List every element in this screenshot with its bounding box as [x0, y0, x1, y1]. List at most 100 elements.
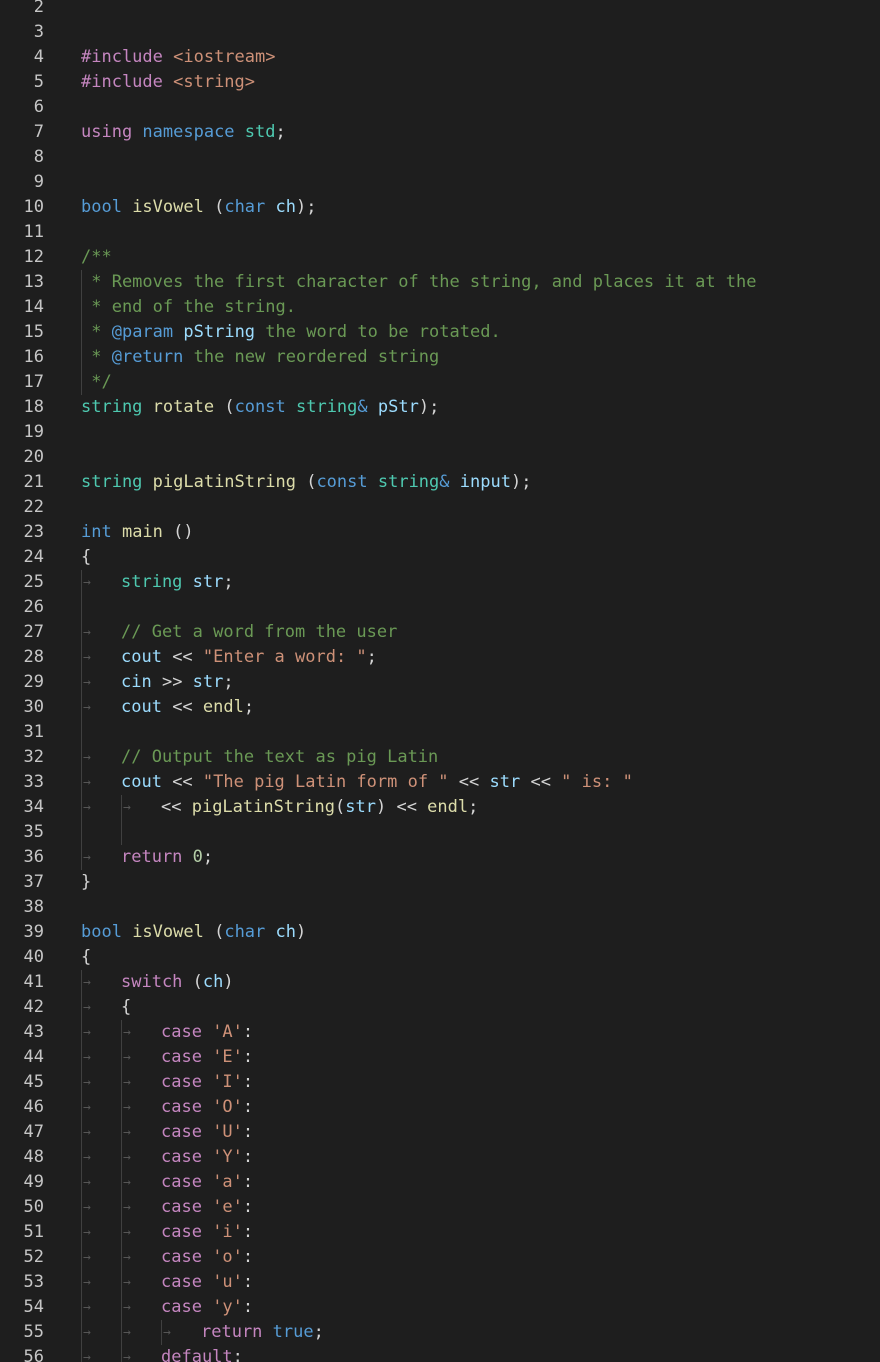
code-line[interactable]: 9 — [0, 170, 880, 195]
code-content: bool isVowel (char ch) — [81, 920, 306, 945]
code-line[interactable]: 19 — [0, 420, 880, 445]
code-line[interactable]: 28 → cout << "Enter a word: "; — [0, 645, 880, 670]
code-token: string — [295, 397, 358, 417]
code-line[interactable]: 50 → → case 'e': — [0, 1195, 880, 1220]
code-line[interactable]: 16 * @return the new reordered string — [0, 345, 880, 370]
code-line[interactable]: 34 → → << pigLatinString(str) << endl; — [0, 795, 880, 820]
code-token: char — [224, 922, 276, 942]
code-line[interactable]: 29 → cin >> str; — [0, 670, 880, 695]
code-line[interactable]: 35 — [0, 820, 880, 845]
line-number: 4 — [33, 47, 44, 67]
code-token: ) — [296, 922, 307, 942]
code-line[interactable]: 12 /** — [0, 245, 880, 270]
code-line[interactable]: 56 → → default: — [0, 1345, 880, 1362]
code-token: the new reordered string — [183, 347, 440, 367]
code-line[interactable]: 39 bool isVowel (char ch) — [0, 920, 880, 945]
code-line[interactable]: 27 → // Get a word from the user — [0, 620, 880, 645]
indent-guide — [81, 695, 82, 720]
tab-marker-icon: → — [123, 1325, 131, 1340]
code-line[interactable]: 43 → → case 'A': — [0, 1020, 880, 1045]
line-number: 16 — [23, 347, 44, 367]
code-line[interactable]: 11 — [0, 220, 880, 245]
code-line[interactable]: 8 — [0, 145, 880, 170]
code-line[interactable]: 38 — [0, 895, 880, 920]
indent-guide — [121, 1020, 122, 1045]
code-line[interactable]: 7 using namespace std; — [0, 120, 880, 145]
code-token: : — [242, 1122, 254, 1142]
code-line[interactable]: 45 → → case 'I': — [0, 1070, 880, 1095]
code-line[interactable]: 48 → → case 'Y': — [0, 1145, 880, 1170]
code-content: case 'U': — [161, 1120, 253, 1145]
code-token: switch — [121, 972, 183, 992]
code-line[interactable]: 32 → // Output the text as pig Latin — [0, 745, 880, 770]
code-editor[interactable]: 2 3 4 #include <iostream> 5 #include <string>… — [0, 0, 880, 1362]
code-content: default: — [161, 1345, 243, 1362]
code-line[interactable]: 3 — [0, 20, 880, 45]
code-line[interactable]: 36 → return 0; — [0, 845, 880, 870]
code-line[interactable]: 37} — [0, 870, 880, 895]
line-number: 6 — [33, 97, 44, 117]
code-content: // Get a word from the user — [121, 620, 397, 645]
code-line[interactable]: 22 — [0, 495, 880, 520]
code-line[interactable]: 54 → → case 'y': — [0, 1295, 880, 1320]
code-token: << — [161, 797, 192, 817]
code-line[interactable]: 47 → → case 'U': — [0, 1120, 880, 1145]
code-token: return — [201, 1322, 273, 1342]
indent-guide — [121, 820, 122, 845]
code-line[interactable]: 26 — [0, 595, 880, 620]
code-token: ; — [223, 572, 234, 592]
code-token: 'U' — [212, 1122, 243, 1142]
code-line[interactable]: 55 → → → return true; — [0, 1320, 880, 1345]
code-token: isVowel — [132, 922, 204, 942]
code-token: str — [345, 797, 376, 817]
code-line[interactable]: 20 — [0, 445, 880, 470]
tab-marker-icon: → — [83, 650, 91, 665]
code-line[interactable]: 4 #include <iostream> — [0, 45, 880, 70]
code-token: : — [242, 1047, 254, 1067]
code-token: 'i' — [212, 1222, 243, 1242]
code-line[interactable]: 40 { — [0, 945, 880, 970]
code-area[interactable]: 2 3 4 #include <iostream> 5 #include <string>… — [0, 0, 880, 1362]
code-line[interactable]: 24 { — [0, 545, 880, 570]
code-line[interactable]: 31 — [0, 720, 880, 745]
code-token: const — [316, 472, 378, 492]
code-line[interactable]: 25 → string str; — [0, 570, 880, 595]
code-line[interactable]: 30 → cout << endl; — [0, 695, 880, 720]
code-line[interactable]: 52 → → case 'o': — [0, 1245, 880, 1270]
tab-marker-icon: → — [83, 1325, 91, 1340]
code-line[interactable]: 46 → → case 'O': — [0, 1095, 880, 1120]
code-line[interactable]: 18 string rotate (const string& pStr); — [0, 395, 880, 420]
code-line[interactable]: 51 → → case 'i': — [0, 1220, 880, 1245]
code-line[interactable]: 33 → cout << "The pig Latin form of " << s… — [0, 770, 880, 795]
code-token: << — [161, 647, 203, 667]
code-line[interactable]: 5 #include <string> — [0, 70, 880, 95]
code-line[interactable]: 6 — [0, 95, 880, 120]
code-token: str — [192, 572, 224, 592]
code-token: : — [242, 1197, 254, 1217]
tab-marker-icon: → — [123, 1350, 131, 1362]
code-line[interactable]: 21 string pigLatinString (const string& i… — [0, 470, 880, 495]
tab-marker-icon: → — [123, 1150, 131, 1165]
line-number: 46 — [23, 1097, 44, 1117]
code-line[interactable]: 17 */ — [0, 370, 880, 395]
code-line[interactable]: 44 → → case 'E': — [0, 1045, 880, 1070]
tab-marker-icon: → — [83, 800, 91, 815]
code-line[interactable]: 53 → → case 'u': — [0, 1270, 880, 1295]
code-line[interactable]: 23 int main () — [0, 520, 880, 545]
tab-marker-icon: → — [83, 1175, 91, 1190]
code-token: ; — [366, 647, 377, 667]
tab-marker-icon: → — [83, 975, 91, 990]
code-line[interactable]: 13 * Removes the first character of the … — [0, 270, 880, 295]
code-line[interactable]: 10 bool isVowel (char ch); — [0, 195, 880, 220]
code-line[interactable]: 49 → → case 'a': — [0, 1170, 880, 1195]
code-line[interactable]: 2 — [0, 0, 880, 20]
code-token: ch — [275, 922, 296, 942]
code-line[interactable]: 42 → { — [0, 995, 880, 1020]
code-token: case — [161, 1072, 213, 1092]
code-line[interactable]: 15 * @param pString the word to be rotat… — [0, 320, 880, 345]
code-token: : — [242, 1097, 254, 1117]
code-token: case — [161, 1197, 213, 1217]
tab-marker-icon: → — [83, 1100, 91, 1115]
code-line[interactable]: 14 * end of the string. — [0, 295, 880, 320]
code-line[interactable]: 41 → switch (ch) — [0, 970, 880, 995]
